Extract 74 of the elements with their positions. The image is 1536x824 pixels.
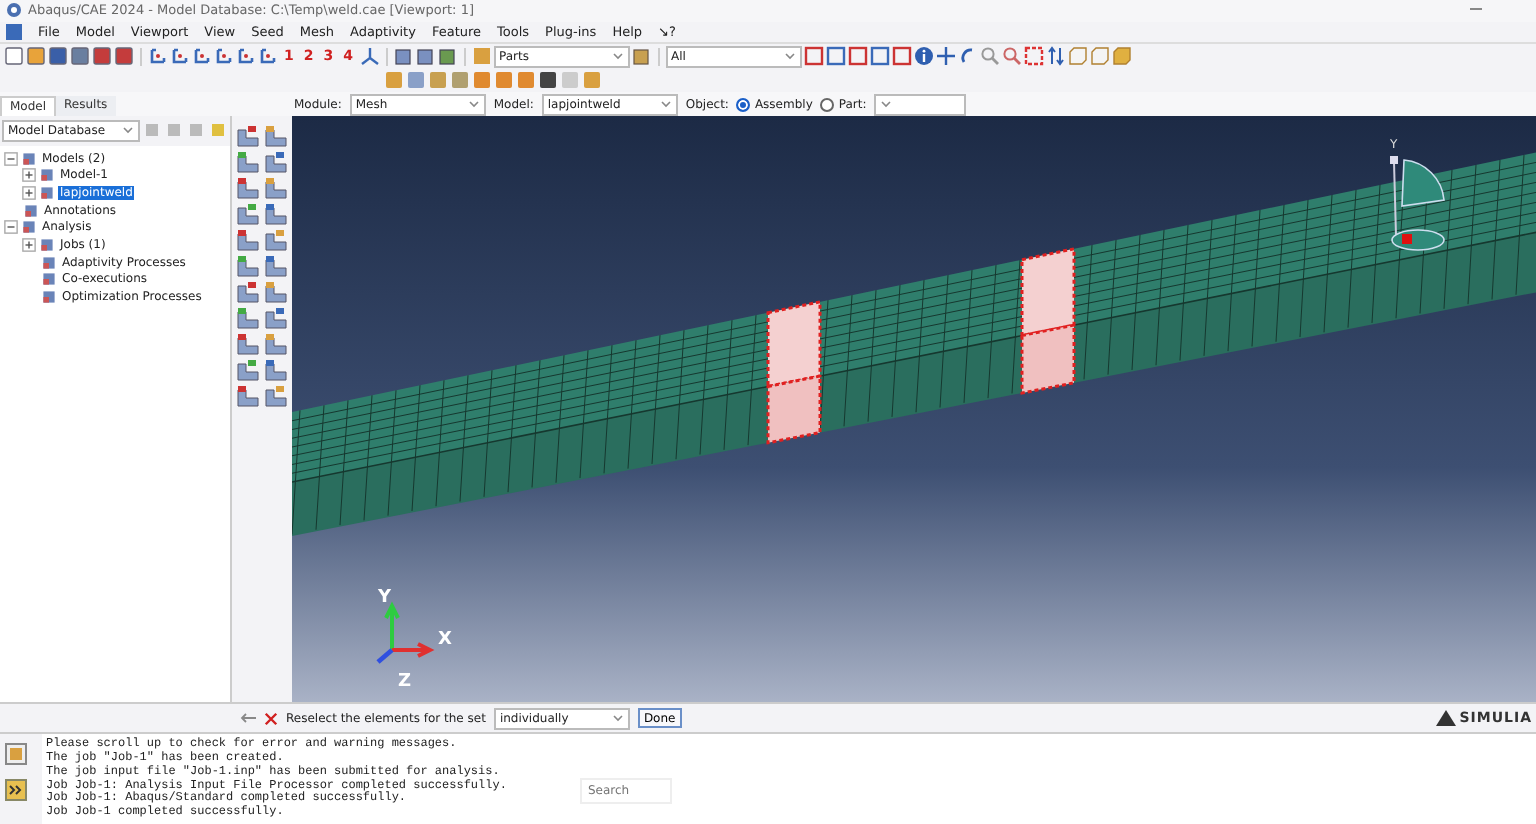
minimize-icon[interactable]: [1470, 8, 1482, 13]
mesh-tool-icon[interactable]: [236, 253, 260, 278]
cube-tool-icon[interactable]: [415, 46, 435, 67]
mesh-tool-icon[interactable]: [264, 175, 288, 200]
mesh-tool-icon[interactable]: [236, 175, 260, 200]
mesh-tool-icon[interactable]: [264, 123, 288, 148]
mesh-tool-icon[interactable]: [264, 357, 288, 382]
mesh-tool-icon[interactable]: [236, 305, 260, 330]
cube-tool-icon[interactable]: [393, 46, 413, 67]
mesh-tool-icon[interactable]: [264, 279, 288, 304]
selection-tool-icon[interactable]: [825, 46, 845, 67]
mesh-tool-icon[interactable]: [236, 357, 260, 382]
mesh-tool-icon[interactable]: [236, 149, 260, 174]
tree-node-icon: [42, 290, 56, 305]
rotate-icon[interactable]: [957, 46, 977, 67]
selection-tool-icon[interactable]: [803, 46, 823, 67]
caret-icon: [611, 52, 623, 61]
caret-icon: [611, 714, 624, 723]
axis-label: Y: [378, 587, 392, 608]
message-icon[interactable]: [4, 742, 28, 767]
caret-icon: [659, 100, 672, 109]
orientation-widget-drawing: [1390, 155, 1445, 251]
mesh-tool-icon[interactable]: [236, 123, 260, 148]
axis-tool-icon[interactable]: [170, 46, 190, 67]
caret-icon: [467, 100, 480, 109]
box-view-icon[interactable]: [1111, 46, 1131, 67]
axis-tool-icon[interactable]: [192, 46, 212, 67]
mesh-tool-icon[interactable]: [264, 253, 288, 278]
selection-tool-icon[interactable]: [869, 46, 889, 67]
box-view-icon[interactable]: [1067, 46, 1087, 67]
expander-icon[interactable]: [4, 151, 18, 166]
axis-tool-icon[interactable]: [258, 46, 278, 67]
mesh-tool-icon[interactable]: [236, 331, 260, 356]
mesh-tool-icon[interactable]: [236, 383, 260, 408]
mesh-tool-icon[interactable]: [236, 201, 260, 226]
mesh-tool-icon[interactable]: [236, 279, 260, 304]
mesh-tool-icon[interactable]: [264, 149, 288, 174]
info-icon[interactable]: [913, 46, 933, 67]
zoom-icon[interactable]: [979, 46, 999, 67]
app-menu-icon[interactable]: [6, 23, 22, 40]
expander-icon[interactable]: [22, 238, 36, 253]
back-arrow-icon[interactable]: [240, 712, 256, 725]
mesh-tool-icon[interactable]: [264, 201, 288, 226]
fit-view-icon[interactable]: [1023, 46, 1043, 67]
caret-icon: [880, 100, 893, 109]
tree-node-icon: [40, 168, 54, 183]
command-icon[interactable]: [4, 778, 28, 803]
cube-tool-icon[interactable]: [437, 46, 457, 67]
selection-tool-icon[interactable]: [891, 46, 911, 67]
cancel-icon[interactable]: [264, 711, 278, 726]
caret-icon: [783, 52, 795, 61]
expander-icon[interactable]: [22, 186, 36, 201]
sort-arrows-icon[interactable]: [1045, 46, 1065, 67]
mesh-tool-icon[interactable]: [264, 383, 288, 408]
axis-triad-drawing: [376, 601, 435, 664]
axis-tool-icon[interactable]: [236, 46, 256, 67]
pan-icon[interactable]: [935, 46, 955, 67]
axis-tool-icon[interactable]: [214, 46, 234, 67]
box-zoom-icon[interactable]: [1001, 46, 1021, 67]
expander-icon[interactable]: [22, 168, 36, 183]
mesh-tool-icon[interactable]: [236, 227, 260, 252]
mesh-tool-icon[interactable]: [264, 227, 288, 252]
axis-tool-icon[interactable]: [148, 46, 168, 67]
axis-label: X: [438, 629, 452, 650]
mesh-tool-icon[interactable]: [264, 331, 288, 356]
selection-tool-icon[interactable]: [847, 46, 867, 67]
expander-icon[interactable]: [4, 220, 18, 235]
tree-node-icon: [22, 151, 36, 166]
box-view-icon[interactable]: [1089, 46, 1109, 67]
caret-icon: [122, 126, 134, 135]
axis-label: Z: [398, 671, 412, 692]
cube-tool-icon[interactable]: [631, 46, 651, 67]
triad-tool-icon[interactable]: [359, 46, 379, 67]
mesh-tool-icon[interactable]: [264, 305, 288, 330]
